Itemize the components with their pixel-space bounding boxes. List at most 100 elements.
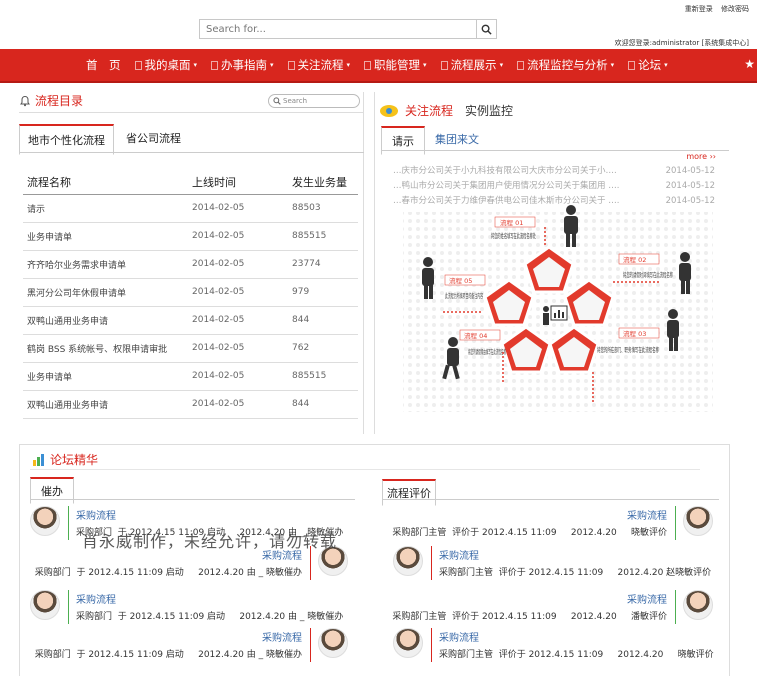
list-item[interactable]: …鸭山市分公司关于集团用户使用情况分公司关于集团用 …. 2014-05-12 [393, 179, 715, 194]
focus-title-text[interactable]: 关注流程 [405, 102, 453, 119]
card-detail: 采购部门主管 评价于 2012.4.15 11:09 2012.4.20 赵晓敏… [439, 568, 712, 578]
nav-flow-monitor[interactable]: 流程监控与分析 ▾ [517, 57, 614, 73]
card-accent-bar [68, 506, 69, 540]
flow-name-cell[interactable]: 双鸭山通用业务申请 [23, 390, 188, 419]
forum-card[interactable]: 采购流程 采购部门主管 评价于 2012.4.15 11:09 2012.4.20… [392, 506, 713, 544]
nav-label: 我的桌面 [144, 58, 191, 72]
caret-down-icon: ▾ [610, 61, 615, 69]
nav-function-mgmt[interactable]: 职能管理 ▾ [364, 57, 427, 73]
nav-label: 办事指南 [221, 58, 268, 72]
flow-name-cell[interactable]: 业务申请单 [23, 222, 188, 251]
avatar[interactable] [393, 628, 423, 658]
page-icon [134, 60, 142, 70]
table-row[interactable]: 业务申请单 2014-02-05 885515 [23, 362, 358, 391]
online-time-cell: 2014-02-05 [188, 334, 288, 363]
flow-name-cell[interactable]: 黑河分公司年休假申请单 [23, 278, 188, 307]
flow-name-cell[interactable]: 齐齐哈尔业务需求申请单 [23, 250, 188, 279]
col-online-time: 上线时间 [188, 170, 288, 195]
avatar[interactable] [393, 546, 423, 576]
page-icon [287, 60, 295, 70]
list-item[interactable]: …庆市分公司关于小九科技有限公司大庆市分公司关于小…. 2014-05-12 [393, 164, 715, 179]
nav-guide[interactable]: 办事指南 ▾ [211, 57, 274, 73]
avatar[interactable] [318, 628, 348, 658]
news-date: 2014-05-12 [665, 166, 715, 176]
table-row[interactable]: 请示 2014-02-05 88503 [23, 194, 358, 223]
online-time-cell: 2014-02-05 [188, 194, 288, 223]
card-accent-bar [431, 628, 432, 662]
flow-tag-01: 流程 01 [500, 218, 523, 227]
watermark-text: 肖永威制作，未经允许，请勿转载 [82, 532, 338, 551]
flow-name-cell[interactable]: 双鸭山通用业务申请 [23, 306, 188, 335]
forum-card[interactable]: 采购流程 采购部门主管 评价于 2012.4.15 11:09 2012.4.20… [393, 628, 714, 666]
table-row[interactable]: 齐齐哈尔业务需求申请单 2014-02-05 23774 [23, 250, 358, 279]
table-row[interactable]: 业务申请单 2014-02-05 885515 [23, 222, 358, 251]
forum-card[interactable]: 采购流程 采购部门主管 评价于 2012.4.15 11:09 2012.4.20… [392, 590, 713, 628]
flow-catalog-title: 流程目录 [19, 92, 83, 109]
star-icon[interactable]: ★ [744, 57, 755, 71]
tab-city-flow[interactable]: 地市个性化流程 [19, 124, 114, 155]
forum-card[interactable]: 采购流程采购部门主管 评价于 2012.4.15 11:09 2012.4.20… [393, 546, 713, 584]
card-title-link[interactable]: 采购流程 [439, 547, 479, 562]
nav-my-desktop[interactable]: 我的桌面 ▾ [134, 57, 198, 73]
avatar[interactable] [30, 506, 60, 536]
nav-focus-flow[interactable]: 关注流程 ▾ [287, 57, 351, 73]
card-title-link[interactable]: 采购流程 [627, 507, 667, 522]
flow-desc-02: 将您的请假时间填写在此流程名称 [623, 270, 673, 279]
avatar[interactable] [683, 590, 713, 620]
search-button[interactable] [476, 20, 496, 38]
table-row[interactable]: 双鸭山通用业务申请 2014-02-05 844 [23, 306, 358, 335]
caret-down-icon: ▾ [346, 61, 351, 69]
volume-cell: 88503 [288, 194, 358, 223]
relogin-link[interactable]: 重新登录 [685, 5, 713, 13]
more-link[interactable]: more ›› [686, 152, 716, 161]
online-time-cell: 2014-02-05 [188, 362, 288, 391]
card-detail: 采购部门 于 2012.4.15 11:09 启动 2012.4.20 由 _ … [34, 568, 302, 578]
welcome-text: 欢迎您登录:administrator [系统集成中心] [614, 39, 749, 47]
flow-tag-02: 流程 02 [623, 255, 646, 264]
card-title-link[interactable]: 采购流程 [439, 629, 479, 644]
caret-down-icon: ▾ [664, 61, 668, 69]
nav-label: 流程展示 [450, 58, 497, 72]
avatar[interactable] [683, 506, 713, 536]
tab-evaluation[interactable]: 流程评价 [382, 479, 436, 506]
nav-forum[interactable]: 论坛 ▾ [628, 57, 668, 73]
news-title[interactable]: …鸭山市分公司关于集团用户使用情况分公司关于集团用 …. [393, 179, 619, 194]
page-icon [440, 60, 448, 70]
flow-table: 流程名称 上线时间 发生业务量 请示 2014-02-05 88503 业务申请单 20… [23, 170, 358, 419]
forum-card[interactable]: 采购流程 采购部门 于 2012.4.15 11:09 启动 2012.4.20 … [30, 590, 348, 628]
nav-home-label: 首 页 [86, 58, 121, 72]
catalog-search-input[interactable]: Search [268, 94, 360, 108]
flow-name-cell[interactable]: 业务申请单 [23, 362, 188, 391]
nav-label: 职能管理 [374, 58, 421, 72]
flow-name-cell[interactable]: 请示 [23, 194, 188, 223]
nav-home[interactable]: 首 页 [86, 57, 121, 73]
search-placeholder: Search [283, 97, 308, 105]
card-title-link[interactable]: 采购流程 [76, 507, 116, 522]
change-password-link[interactable]: 修改密码 [721, 5, 749, 13]
flow-desc-01: 将您的姓名填写在此流程名称处 [491, 231, 536, 240]
volume-cell: 885515 [288, 222, 358, 251]
focus-title: 关注流程 实例监控 [379, 102, 513, 119]
table-row[interactable]: 黑河分公司年休假申请单 2014-02-05 979 [23, 278, 358, 307]
caret-down-icon: ▾ [270, 61, 274, 69]
nav-flow-display[interactable]: 流程展示 ▾ [440, 57, 503, 73]
news-title[interactable]: …庆市分公司关于小九科技有限公司大庆市分公司关于小…. [393, 164, 617, 179]
flow-name-cell[interactable]: 鹤岗 BSS 系统帐号、权限申请审批 [23, 334, 188, 363]
tab-province-flow[interactable]: 省公司流程 [118, 124, 189, 155]
card-accent-bar [675, 590, 676, 624]
table-row[interactable]: 双鸭山通用业务申请 2014-02-05 844 [23, 390, 358, 419]
card-title-link[interactable]: 采购流程 [627, 591, 667, 606]
card-title-link[interactable]: 采购流程 [262, 629, 302, 644]
avatar[interactable] [30, 590, 60, 620]
global-search [199, 19, 497, 39]
caret-down-icon: ▾ [193, 61, 198, 69]
forum-card[interactable]: 采购流程 采购部门 于 2012.4.15 11:09 启动 2012.4.20 … [30, 628, 348, 666]
card-title-link[interactable]: 采购流程 [76, 591, 116, 606]
volume-cell: 979 [288, 278, 358, 307]
col-volume: 发生业务量 [288, 170, 358, 195]
table-row[interactable]: 鹤岗 BSS 系统帐号、权限申请审批 2014-02-05 762 [23, 334, 358, 363]
instance-monitor-link[interactable]: 实例监控 [465, 102, 513, 119]
bar-chart-icon [33, 453, 44, 466]
search-icon [273, 97, 281, 105]
global-search-input[interactable] [200, 20, 476, 38]
